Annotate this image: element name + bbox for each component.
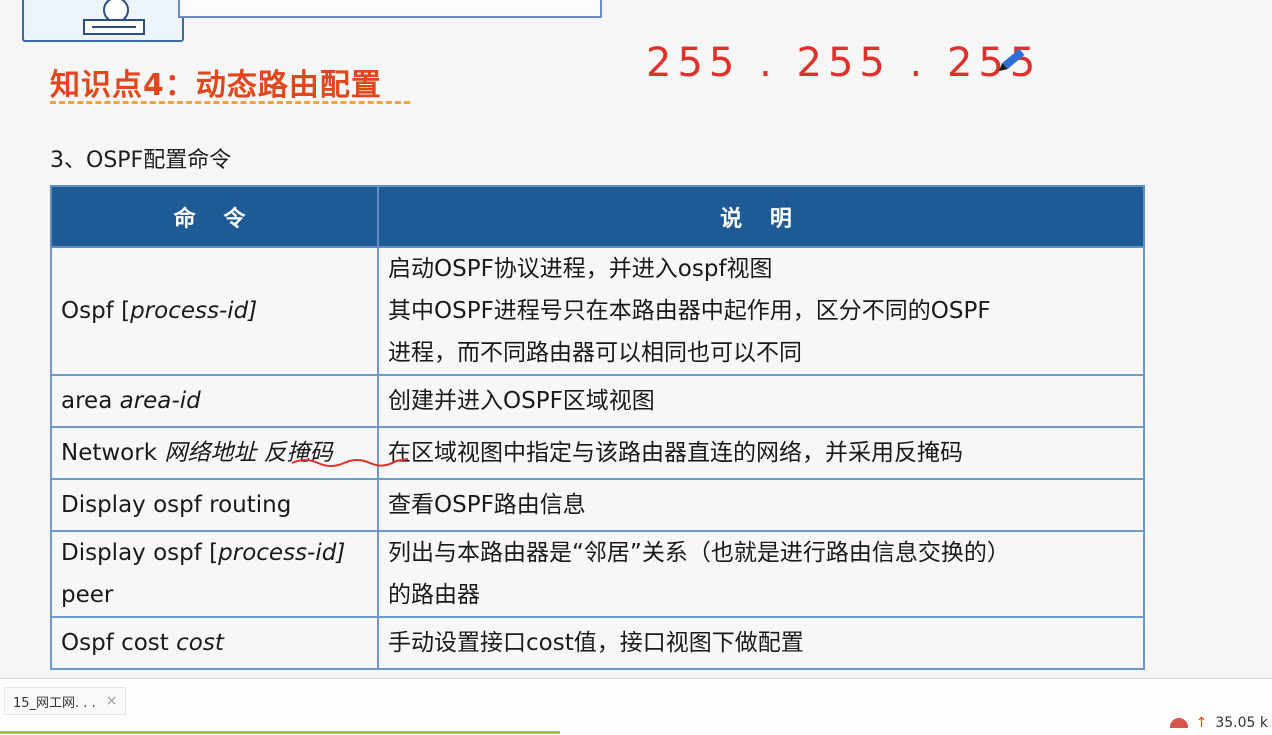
subtitle: 3、OSPF配置命令 <box>50 148 232 173</box>
section-title: 知识点4：动态路由配置 <box>50 68 382 103</box>
command-cell: Ospf [process-id] <box>50 246 379 376</box>
description-cell: 启动OSPF协议进程，并进入ospf视图 其中OSPF进程号只在本路由器中起作用… <box>377 246 1145 376</box>
banner-frame <box>178 0 602 18</box>
table-header-row: 命 令 说 明 <box>50 185 1145 248</box>
command-cell: area area-id <box>50 374 379 428</box>
table-row: Display ospf [process-id] peer 列出与本路由器是“… <box>50 530 1145 618</box>
table-row: Display ospf routing 查看OSPF路由信息 <box>50 478 1145 532</box>
header-description: 说 明 <box>377 185 1145 248</box>
command-cell: Network 网络地址 反掩码 <box>50 426 379 480</box>
description-cell: 查看OSPF路由信息 <box>377 478 1145 532</box>
command-table: 命 令 说 明 Ospf [process-id] 启动OSPF协议进程，并进入… <box>50 185 1145 670</box>
header-command: 命 令 <box>50 185 379 248</box>
description-cell: 创建并进入OSPF区域视图 <box>377 374 1145 428</box>
tray-icon <box>1169 718 1188 728</box>
slide: 知识点4：动态路由配置 255 . 255 . 255 . 3、OSPF配置命令… <box>0 0 1272 678</box>
handwriting-text: 255 . 255 . 255 . <box>646 40 1040 86</box>
table-row: Ospf cost cost 手动设置接口cost值，接口视图下做配置 <box>50 616 1145 670</box>
teacher-icon <box>83 0 145 35</box>
handwritten-annotation: 255 . 255 . 255 . <box>646 40 1040 86</box>
handwritten-underline <box>291 458 409 467</box>
status-area: ↑ 35.05 k <box>1169 715 1268 731</box>
description-cell: 列出与本路由器是“邻居”关系（也就是进行路由信息交换的） 的路由器 <box>377 530 1145 618</box>
title-underline <box>50 101 410 104</box>
network-speed: 35.05 k <box>1215 715 1268 731</box>
command-cell: Ospf cost cost <box>50 616 379 670</box>
table-row: Network 网络地址 反掩码 在区域视图中指定与该路由器直连的网络，并采用反… <box>50 426 1145 480</box>
command-cell: Display ospf [process-id] peer <box>50 530 379 618</box>
description-cell: 在区域视图中指定与该路由器直连的网络，并采用反掩码 <box>377 426 1145 480</box>
video-tab[interactable]: 15_网工网. . . × <box>4 687 127 715</box>
description-cell: 手动设置接口cost值，接口视图下做配置 <box>377 616 1145 670</box>
tab-label: 15_网工网. . . <box>13 695 96 711</box>
close-icon[interactable]: × <box>106 693 118 709</box>
table-row: Ospf [process-id] 启动OSPF协议进程，并进入ospf视图 其… <box>50 246 1145 376</box>
table-row: area area-id 创建并进入OSPF区域视图 <box>50 374 1145 428</box>
logo-image <box>22 0 184 42</box>
taskbar: 15_网工网. . . × ↑ 35.05 k <box>0 678 1272 735</box>
upload-arrow-icon: ↑ <box>1195 715 1208 731</box>
command-cell: Display ospf routing <box>50 478 379 532</box>
